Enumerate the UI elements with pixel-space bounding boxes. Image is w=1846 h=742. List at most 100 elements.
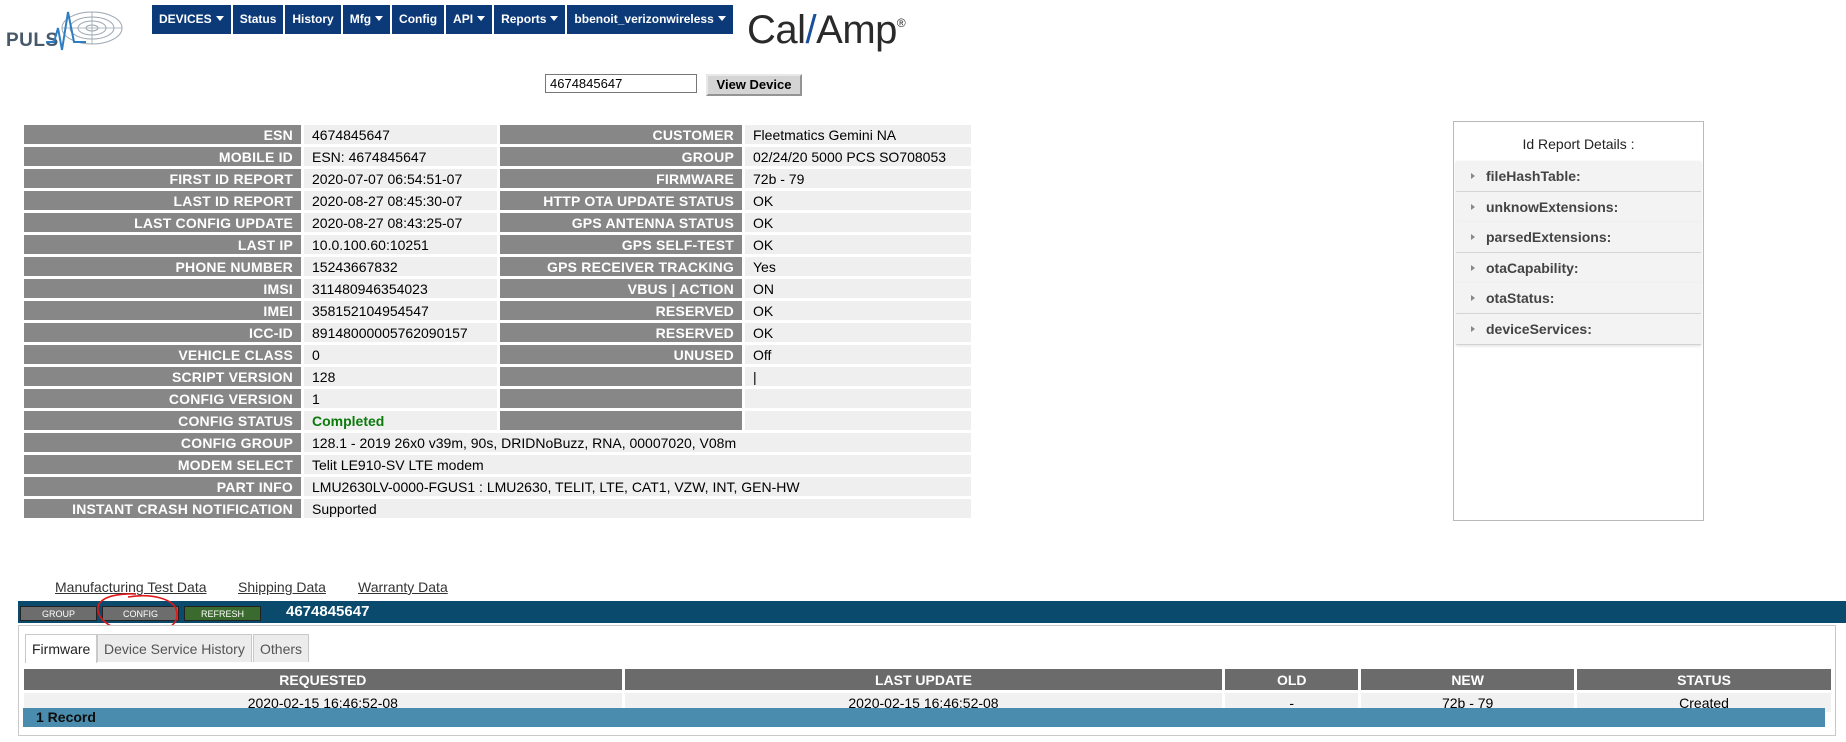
label-config-group: CONFIG GROUP: [24, 433, 301, 452]
accordion-otacapability[interactable]: otaCapability:: [1456, 252, 1701, 284]
col-status[interactable]: STATUS: [1577, 669, 1831, 690]
nav-user-menu[interactable]: bbenoit_verizonwireless: [567, 5, 733, 34]
label-config-version: CONFIG VERSION: [24, 389, 301, 408]
value-blank: |: [745, 367, 971, 386]
nav-history[interactable]: History: [285, 5, 341, 34]
info-row-mobile-id: MOBILE ID ESN: 4674845647 GROUP 02/24/20 50…: [24, 147, 971, 166]
accordion-unknowextensions[interactable]: unknowExtensions:: [1456, 191, 1701, 223]
nav-devices[interactable]: DEVICES: [152, 5, 231, 34]
label-modem-select: MODEM SELECT: [24, 455, 301, 474]
value-blank: [745, 411, 971, 430]
col-requested[interactable]: REQUESTED: [24, 669, 622, 690]
group-button[interactable]: GROUP: [20, 606, 97, 621]
info-row-modem-select: MODEM SELECT Telit LE910-SV LTE modem: [24, 455, 971, 474]
value-mobile-id: ESN: 4674845647: [304, 147, 497, 166]
device-action-bar: GROUP CONFIG REFRESH 4674845647: [18, 601, 1846, 623]
nav-label: DEVICES: [159, 12, 212, 26]
accordion-label: deviceServices:: [1486, 321, 1592, 337]
col-new[interactable]: NEW: [1361, 669, 1575, 690]
value-instant-crash-notification: Supported: [304, 499, 971, 518]
nav-config[interactable]: Config: [392, 5, 445, 34]
accordion-otastatus[interactable]: otaStatus:: [1456, 283, 1701, 315]
puls-logo[interactable]: PULS: [6, 6, 124, 54]
tab-device-service-history[interactable]: Device Service History: [97, 634, 252, 662]
info-row-vehicle-class: VEHICLE CLASS 0 UNUSED Off: [24, 345, 971, 364]
label-blank: [500, 389, 742, 408]
accordion-filehashtable[interactable]: fileHashTable:: [1456, 161, 1701, 192]
chevron-right-icon: [1471, 326, 1475, 332]
label-reserved: RESERVED: [500, 301, 742, 320]
nav-status[interactable]: Status: [232, 5, 284, 34]
chevron-down-icon: [550, 16, 559, 22]
label-gps-self-test: GPS SELF-TEST: [500, 235, 742, 254]
value-vbus-action: ON: [745, 279, 971, 298]
value-script-version: 128: [304, 367, 497, 386]
chevron-down-icon: [477, 16, 486, 22]
nav-mfg[interactable]: Mfg: [342, 5, 391, 34]
brand-slash: /: [805, 8, 817, 52]
value-group: 02/24/20 5000 PCS SO708053: [745, 147, 971, 166]
info-row-esn: ESN 4674845647 CUSTOMER Fleetmatics Gemini …: [24, 125, 971, 144]
label-part-info: PART INFO: [24, 477, 301, 496]
label-config-status: CONFIG STATUS: [24, 411, 301, 430]
accordion-label: otaStatus:: [1486, 290, 1555, 307]
col-old[interactable]: OLD: [1225, 669, 1359, 690]
value-last-ip: 10.0.100.60:10251: [304, 235, 497, 254]
value-gps-self-test: OK: [745, 235, 971, 254]
warranty-data-link[interactable]: Warranty Data: [358, 579, 448, 595]
value-unused: Off: [745, 345, 971, 364]
label-phone-number: PHONE NUMBER: [24, 257, 301, 276]
record-count-footer: 1 Record: [23, 708, 1825, 727]
nav-label: Status: [239, 12, 277, 26]
label-icc-id: ICC-ID: [24, 323, 301, 342]
info-row-part-info: PART INFO LMU2630LV-0000-FGUS1 : LMU2630,…: [24, 477, 971, 496]
label-imsi: IMSI: [24, 279, 301, 298]
id-report-details-panel: Id Report Details : fileHashTable: unknow…: [1453, 121, 1704, 521]
value-config-status: Completed: [304, 411, 497, 430]
label-script-version: SCRIPT VERSION: [24, 367, 301, 386]
accordion-label: otaCapability:: [1486, 259, 1579, 276]
chevron-right-icon: [1471, 203, 1475, 210]
info-row-script-version: SCRIPT VERSION 128 |: [24, 367, 971, 386]
brand-part: Amp: [816, 8, 897, 52]
info-row-imei: IMEI 358152104954547 RESERVED OK: [24, 301, 971, 320]
accordion-deviceservices[interactable]: deviceServices:: [1456, 314, 1701, 345]
nav-label: History: [292, 12, 334, 26]
device-id-title: 4674845647: [286, 603, 370, 620]
brand-part: Cal: [747, 8, 806, 52]
info-row-icc-id: ICC-ID 89148000005762090157 RESERVED OK: [24, 323, 971, 342]
device-info-table: ESN 4674845647 CUSTOMER Fleetmatics Gemini …: [21, 122, 974, 521]
view-device-button[interactable]: View Device: [706, 74, 802, 96]
nav-reports[interactable]: Reports: [494, 5, 566, 34]
nav-api[interactable]: API: [446, 5, 493, 34]
value-phone-number: 15243667832: [304, 257, 497, 276]
accordion-label: unknowExtensions:: [1486, 198, 1619, 215]
info-row-config-group: CONFIG GROUP 128.1 - 2019 26x0 v39m, 90s,…: [24, 433, 971, 452]
value-first-id-report: 2020-07-07 06:54:51-07: [304, 169, 497, 188]
nav-label: Config: [399, 12, 438, 26]
label-gps-receiver-tracking: GPS RECEIVER TRACKING: [500, 257, 742, 276]
tab-firmware[interactable]: Firmware: [25, 634, 98, 663]
label-vbus-action: VBUS | ACTION: [500, 279, 742, 298]
nav-label: bbenoit_verizonwireless: [574, 12, 714, 26]
value-last-config-update: 2020-08-27 08:43:25-07: [304, 213, 497, 232]
shipping-data-link[interactable]: Shipping Data: [238, 579, 326, 595]
value-part-info: LMU2630LV-0000-FGUS1 : LMU2630, TELIT, L…: [304, 477, 971, 496]
label-unused: UNUSED: [500, 345, 742, 364]
nav-label: API: [453, 12, 474, 26]
label-blank: [500, 411, 742, 430]
accordion-label: parsedExtensions:: [1486, 229, 1612, 246]
label-first-id-report: FIRST ID REPORT: [24, 169, 301, 188]
refresh-button[interactable]: REFRESH: [184, 606, 261, 621]
label-last-ip: LAST IP: [24, 235, 301, 254]
label-imei: IMEI: [24, 301, 301, 320]
value-firmware: 72b - 79: [745, 169, 971, 188]
col-last-update[interactable]: LAST UPDATE: [624, 669, 1223, 690]
info-row-last-config-update: LAST CONFIG UPDATE 2020-08-27 08:43:25-07…: [24, 213, 971, 232]
label-firmware: FIRMWARE: [500, 169, 742, 188]
tab-others[interactable]: Others: [253, 634, 310, 662]
label-customer: CUSTOMER: [500, 125, 742, 144]
value-imsi: 311480946354023: [304, 279, 497, 298]
accordion-parsedextensions[interactable]: parsedExtensions:: [1456, 222, 1701, 254]
device-search-input[interactable]: [545, 74, 697, 93]
